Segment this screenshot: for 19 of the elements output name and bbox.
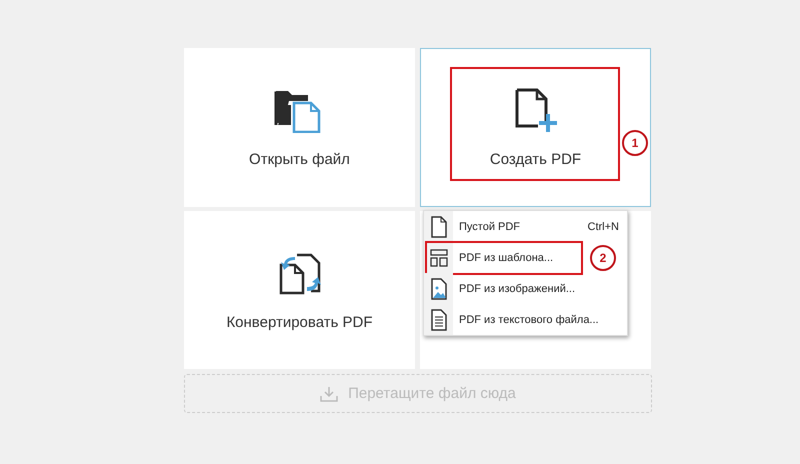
layout-icon bbox=[430, 248, 448, 266]
menu-item[interactable]: PDF из шаблона... 2 bbox=[424, 242, 627, 273]
callout-number: 1 bbox=[622, 130, 648, 156]
menu-item[interactable]: Пустой PDF Ctrl+N bbox=[424, 211, 627, 242]
blank-page-icon bbox=[430, 216, 446, 238]
download-icon bbox=[320, 386, 338, 402]
tile-label: Создать PDF bbox=[490, 151, 582, 168]
tile-label: Конвертировать PDF bbox=[226, 314, 373, 330]
tile[interactable]: Открыть файл bbox=[184, 48, 415, 207]
menu-item[interactable]: PDF из изображений... bbox=[424, 273, 627, 304]
menu-item[interactable]: PDF из текстового файла... bbox=[424, 304, 627, 335]
callout-number: 2 bbox=[590, 245, 616, 271]
text-file-icon bbox=[430, 308, 446, 330]
tile-label: Открыть файл bbox=[249, 151, 350, 168]
tile[interactable]: Создать PDF 1 bbox=[420, 48, 651, 207]
image-file-icon bbox=[430, 278, 446, 300]
shortcut-label: Ctrl+N bbox=[588, 220, 619, 232]
new-file-icon bbox=[514, 88, 558, 134]
tile[interactable]: Конвертировать PDF bbox=[184, 211, 415, 369]
